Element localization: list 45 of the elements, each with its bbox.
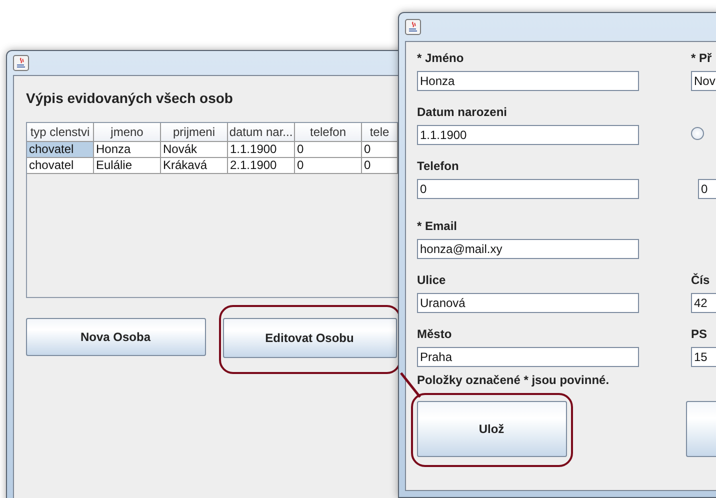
table-cell[interactable]: 2.1.1900 bbox=[228, 158, 295, 174]
field-label: Město bbox=[417, 327, 452, 343]
radio-button[interactable] bbox=[691, 127, 704, 140]
input-field[interactable]: 15 bbox=[691, 347, 716, 367]
column-header[interactable]: tele bbox=[362, 123, 398, 142]
table-cell[interactable]: Eulálie bbox=[94, 158, 161, 174]
input-field[interactable]: Praha bbox=[417, 347, 639, 367]
input-field[interactable]: Honza bbox=[417, 71, 639, 91]
table-cell[interactable]: 0 bbox=[295, 142, 362, 158]
field-label: * Email bbox=[417, 219, 458, 235]
field-label: Čís bbox=[691, 273, 710, 289]
table-cell[interactable]: 1.1.1900 bbox=[228, 142, 295, 158]
input-field[interactable]: Uranová bbox=[417, 293, 639, 313]
input-field[interactable]: honza@mail.xy bbox=[417, 239, 639, 259]
table-cell[interactable]: 0 bbox=[362, 158, 398, 174]
table-cell[interactable]: chovatel bbox=[27, 158, 94, 174]
field-label: Ulice bbox=[417, 273, 446, 289]
table-cell[interactable]: Honza bbox=[94, 142, 161, 158]
column-header[interactable]: prijmeni bbox=[161, 123, 228, 142]
field-label: * Př bbox=[691, 51, 712, 67]
table-cell[interactable]: chovatel bbox=[27, 142, 94, 158]
input-field[interactable]: 1.1.1900 bbox=[417, 125, 639, 145]
app-icon bbox=[405, 19, 421, 35]
column-header[interactable]: telefon bbox=[295, 123, 362, 142]
column-header[interactable]: datum nar... bbox=[228, 123, 295, 142]
window-heading: Výpis evidovaných všech osob bbox=[25, 89, 233, 108]
table-cell[interactable]: Novák bbox=[161, 142, 228, 158]
input-field[interactable]: 0 bbox=[698, 179, 716, 199]
table-cell[interactable]: 0 bbox=[362, 142, 398, 158]
table-cell[interactable]: Krákavá bbox=[161, 158, 228, 174]
field-label: * Jméno bbox=[417, 51, 464, 67]
required-note: Položky označené * jsou povinné. bbox=[417, 373, 610, 387]
column-header[interactable]: jmeno bbox=[94, 123, 161, 142]
field-label: PS bbox=[691, 327, 708, 343]
input-field[interactable]: Nov bbox=[691, 71, 716, 91]
column-header[interactable]: typ clenstvi bbox=[27, 123, 94, 142]
field-label: Datum narozeni bbox=[417, 105, 508, 121]
action-button[interactable]: Editovat Osobu bbox=[222, 318, 396, 358]
action-button[interactable]: Nova Osoba bbox=[26, 318, 206, 356]
table-cell[interactable]: 0 bbox=[295, 158, 362, 174]
field-label: Telefon bbox=[417, 159, 459, 175]
input-field[interactable]: 42 bbox=[691, 293, 716, 313]
action-button[interactable]: Ulož bbox=[416, 400, 566, 456]
app-icon bbox=[13, 55, 29, 71]
input-field[interactable]: 0 bbox=[417, 179, 639, 199]
